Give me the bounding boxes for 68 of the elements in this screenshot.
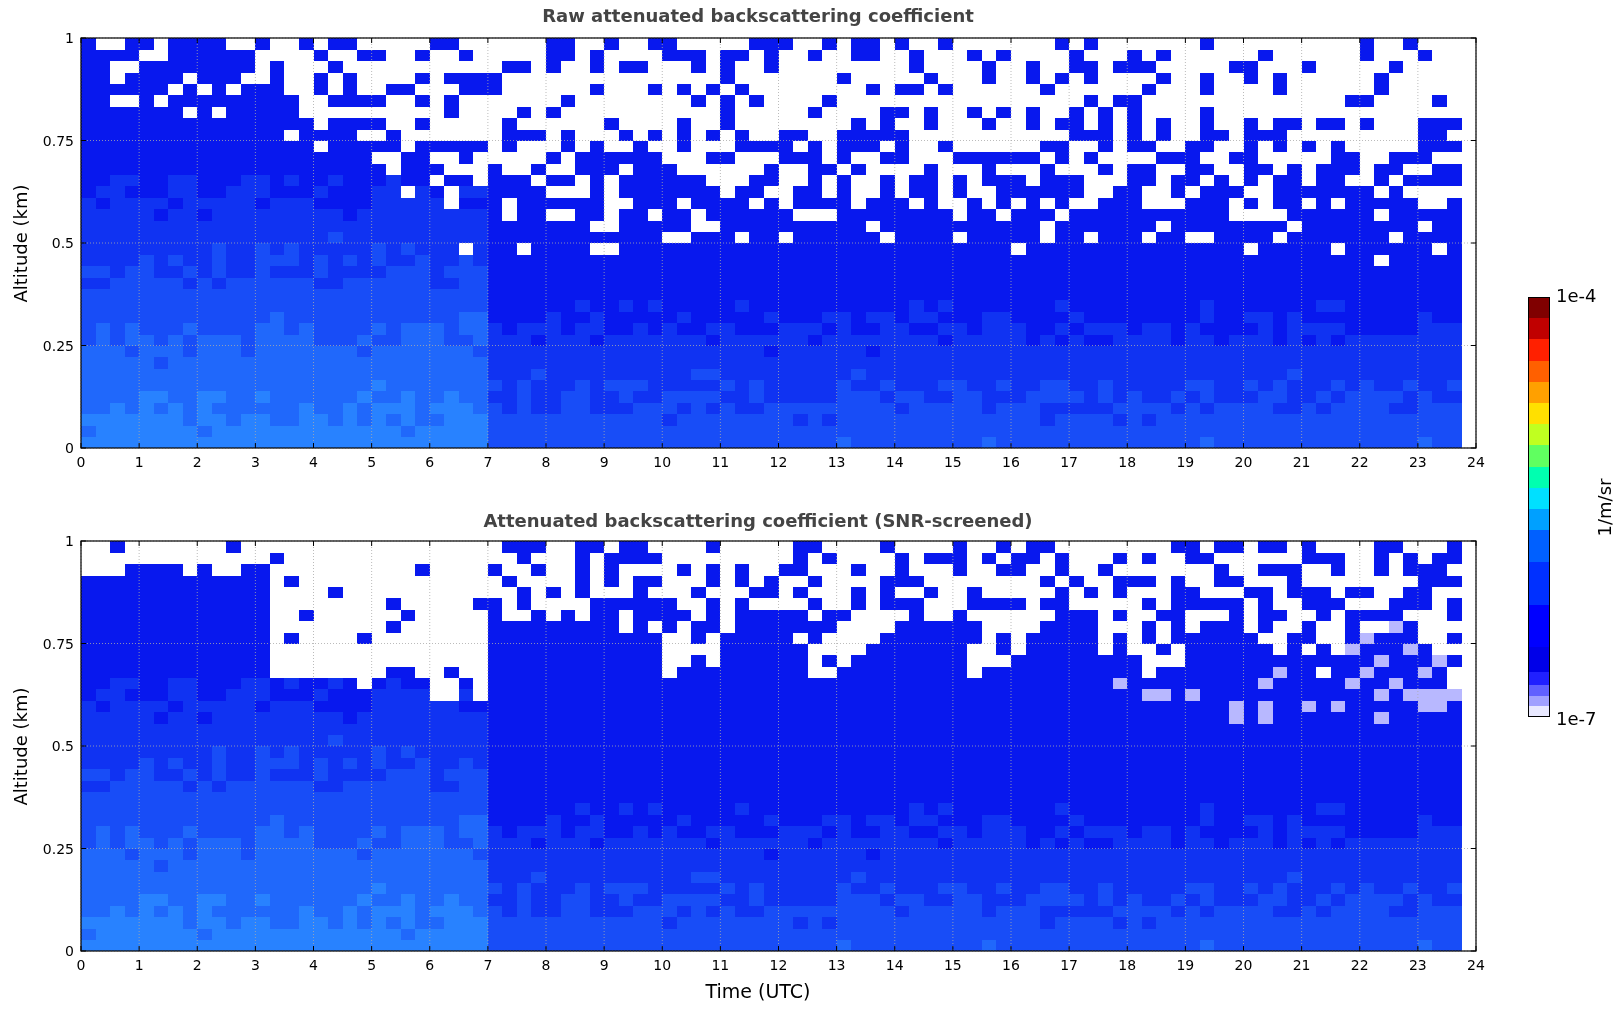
tick-label: 0 xyxy=(65,440,74,456)
tick-label: 8 xyxy=(541,454,551,470)
tick-label: 17 xyxy=(1060,454,1079,470)
tick-label: 12 xyxy=(769,957,788,973)
tick-label: 0 xyxy=(76,957,86,973)
tick-label: 0 xyxy=(76,454,86,470)
tick-label: 13 xyxy=(827,454,846,470)
tick-label: 21 xyxy=(1292,454,1311,470)
tick-label: 19 xyxy=(1176,454,1195,470)
axis-label: Time (UTC) xyxy=(705,980,811,1002)
axis-label: Altitude (km) xyxy=(9,686,31,806)
tick-label: 22 xyxy=(1350,957,1369,973)
tick-label: 24 xyxy=(1467,454,1485,470)
tick-label: 7 xyxy=(483,957,493,973)
plot-title: Attenuated backscattering coefficient (SNR-screened) xyxy=(483,510,1033,531)
tick-label: 3 xyxy=(250,454,260,470)
tick-label: 9 xyxy=(599,454,609,470)
tick-label: 14 xyxy=(885,957,904,973)
tick-label: 12 xyxy=(769,454,788,470)
tick-label: 18 xyxy=(1118,454,1137,470)
tick-label: 16 xyxy=(1002,957,1020,973)
tick-label: 0.25 xyxy=(42,840,74,857)
tick-label: 11 xyxy=(711,957,730,973)
tick-label: 0.25 xyxy=(42,337,74,354)
colorbar-min-label: 1e-7 xyxy=(1556,708,1597,729)
tick-label: 23 xyxy=(1408,454,1427,470)
tick-label: 15 xyxy=(943,957,962,973)
tick-label: 2 xyxy=(192,454,202,470)
tick-label: 9 xyxy=(599,957,609,973)
tick-label: 0.75 xyxy=(42,635,74,652)
tick-label: 19 xyxy=(1176,957,1195,973)
tick-label: 15 xyxy=(943,454,962,470)
tick-label: 0.75 xyxy=(42,132,74,149)
tick-label: 13 xyxy=(827,957,846,973)
tick-label: 11 xyxy=(711,454,730,470)
tick-label: 2 xyxy=(192,957,202,973)
tick-label: 4 xyxy=(309,454,318,470)
tick-label: 8 xyxy=(541,957,551,973)
colorbar-label: 1/m/sr xyxy=(1594,478,1615,536)
tick-label: 20 xyxy=(1234,957,1253,973)
tick-label: 0.5 xyxy=(51,235,74,251)
tick-label: 14 xyxy=(885,454,904,470)
tick-label: 1 xyxy=(65,30,74,46)
tick-label: 1 xyxy=(65,533,74,549)
tick-label: 17 xyxy=(1060,957,1079,973)
tick-label: 16 xyxy=(1002,454,1020,470)
axis-label: Altitude (km) xyxy=(9,183,31,303)
tick-label: 18 xyxy=(1118,957,1137,973)
tick-label: 5 xyxy=(367,957,377,973)
tick-label: 1 xyxy=(134,454,144,470)
tick-label: 10 xyxy=(653,454,672,470)
tick-label: 24 xyxy=(1467,957,1485,973)
tick-label: 0.5 xyxy=(51,738,74,754)
plot-title: Raw attenuated backscattering coefficient xyxy=(542,4,974,26)
tick-label: 6 xyxy=(425,957,435,973)
tick-label: 7 xyxy=(483,454,493,470)
tick-label: 6 xyxy=(425,454,435,470)
tick-label: 20 xyxy=(1234,454,1253,470)
tick-label: 4 xyxy=(309,957,318,973)
tick-label: 23 xyxy=(1408,957,1427,973)
tick-label: 10 xyxy=(653,957,672,973)
colorbar-max-label: 1e-4 xyxy=(1556,285,1597,306)
tick-label: 21 xyxy=(1292,957,1311,973)
tick-label: 22 xyxy=(1350,454,1369,470)
tick-label: 1 xyxy=(134,957,144,973)
tick-label: 5 xyxy=(367,454,377,470)
tick-label: 3 xyxy=(250,957,260,973)
tick-label: 0 xyxy=(65,943,74,959)
